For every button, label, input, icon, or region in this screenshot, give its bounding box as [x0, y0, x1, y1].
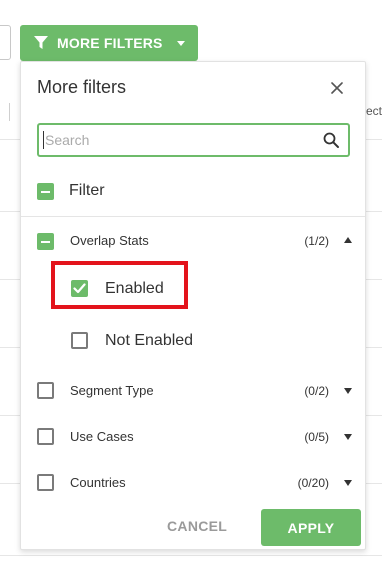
select-all-label: Filter [69, 182, 105, 199]
more-filters-panel: More filters Filter Overlap Stats (1/2) … [20, 61, 366, 550]
text-cursor [43, 131, 44, 149]
group-label-countries: Countries [70, 475, 126, 490]
background-input-edge [0, 25, 11, 60]
checkmark-icon [73, 283, 86, 294]
use-cases-checkbox[interactable] [37, 428, 54, 445]
option-label-enabled: Enabled [105, 280, 164, 297]
group-count-countries: (0/20) [297, 476, 329, 490]
background-column-header: ect [366, 104, 382, 118]
more-filters-button[interactable]: MORE FILTERS [20, 25, 198, 61]
group-count-use-cases: (0/5) [304, 430, 329, 444]
chevron-down-icon[interactable] [344, 388, 352, 394]
not-enabled-checkbox[interactable] [71, 332, 88, 349]
search-input[interactable] [43, 125, 322, 155]
enabled-checkbox[interactable] [71, 280, 88, 297]
countries-checkbox[interactable] [37, 474, 54, 491]
caret-down-icon [176, 40, 185, 46]
chevron-down-icon[interactable] [344, 480, 352, 486]
group-label-overlap-stats: Overlap Stats [70, 233, 149, 248]
overlap-stats-checkbox[interactable] [37, 233, 54, 250]
group-label-use-cases: Use Cases [70, 429, 134, 444]
option-label-not-enabled: Not Enabled [105, 332, 194, 349]
background-column-divider [9, 103, 10, 121]
panel-title: More filters [37, 77, 127, 97]
close-icon[interactable] [329, 80, 345, 96]
group-label-segment-type: Segment Type [70, 383, 154, 398]
cancel-button[interactable]: CANCEL [167, 518, 235, 536]
more-filters-label: MORE FILTERS [57, 35, 163, 51]
background-row-divider [0, 555, 382, 556]
group-count-overlap-stats: (1/2) [304, 234, 329, 248]
group-count-segment-type: (0/2) [304, 384, 329, 398]
select-all-checkbox[interactable] [37, 183, 54, 200]
search-box[interactable] [37, 123, 350, 157]
segment-type-checkbox[interactable] [37, 382, 54, 399]
partial-check-icon [41, 190, 50, 193]
filter-funnel-icon [34, 36, 48, 50]
chevron-down-icon[interactable] [344, 434, 352, 440]
apply-button[interactable]: APPLY [261, 509, 361, 546]
search-icon[interactable] [322, 131, 340, 149]
chevron-up-icon[interactable] [344, 237, 352, 243]
divider [21, 216, 365, 217]
partial-check-icon [41, 240, 50, 243]
